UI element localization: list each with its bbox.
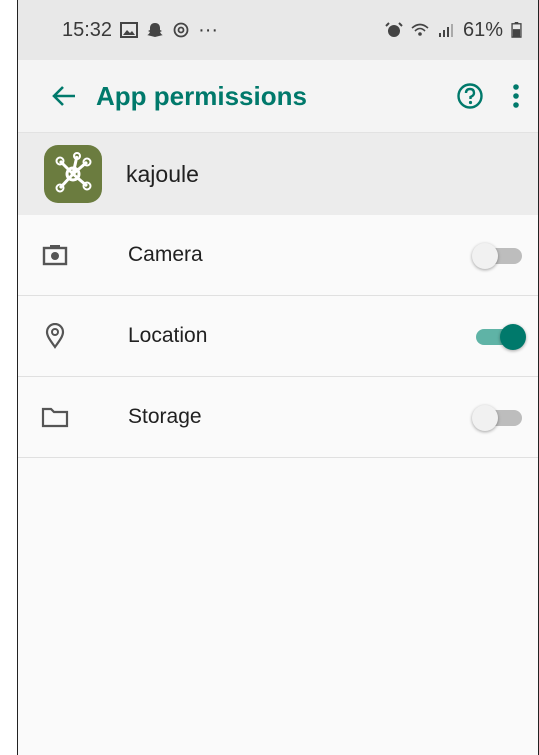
help-circle-icon	[457, 83, 483, 109]
storage-toggle[interactable]	[470, 399, 528, 435]
camera-icon	[40, 240, 70, 270]
permission-row-location[interactable]: Location	[18, 296, 538, 377]
permission-label: Location	[128, 324, 208, 347]
status-right: 61%	[385, 19, 522, 42]
status-more-dots: ···	[198, 18, 219, 41]
status-left: 15:32 ···	[62, 19, 218, 42]
gallery-icon	[120, 22, 139, 38]
app-bar: App permissions	[18, 60, 538, 133]
permission-label: Storage	[128, 405, 202, 428]
folder-icon	[40, 402, 70, 432]
switch-thumb	[472, 243, 498, 269]
at-sign-icon	[173, 22, 189, 38]
more-options-button[interactable]	[494, 60, 538, 132]
permission-label: Camera	[128, 243, 203, 266]
location-toggle[interactable]	[470, 318, 528, 354]
battery-icon	[511, 22, 522, 38]
app-name: kajoule	[126, 160, 199, 187]
location-pin-icon	[40, 321, 70, 351]
app-info-header: kajoule	[18, 133, 538, 215]
switch-thumb	[500, 324, 526, 350]
network-nodes-icon	[55, 152, 92, 193]
more-vertical-icon	[513, 84, 519, 108]
snapchat-icon	[147, 23, 164, 37]
phone-screen: 15:32 ··· 61% App permissions kajoule Ca…	[17, 0, 539, 755]
status-bar: 15:32 ··· 61%	[18, 0, 538, 60]
back-button[interactable]	[32, 60, 96, 132]
alarm-icon	[385, 22, 403, 37]
status-time: 15:32	[62, 18, 113, 41]
switch-thumb	[472, 405, 498, 431]
wifi-icon	[411, 23, 429, 36]
camera-toggle[interactable]	[470, 237, 528, 273]
permission-row-camera[interactable]: Camera	[18, 215, 538, 296]
app-icon	[44, 145, 102, 203]
signal-icon	[438, 24, 453, 37]
permission-row-storage[interactable]: Storage	[18, 377, 538, 458]
arrow-back-icon	[52, 86, 75, 106]
page-title: App permissions	[96, 80, 307, 111]
battery-percent: 61%	[462, 18, 503, 41]
help-button[interactable]	[446, 60, 494, 132]
